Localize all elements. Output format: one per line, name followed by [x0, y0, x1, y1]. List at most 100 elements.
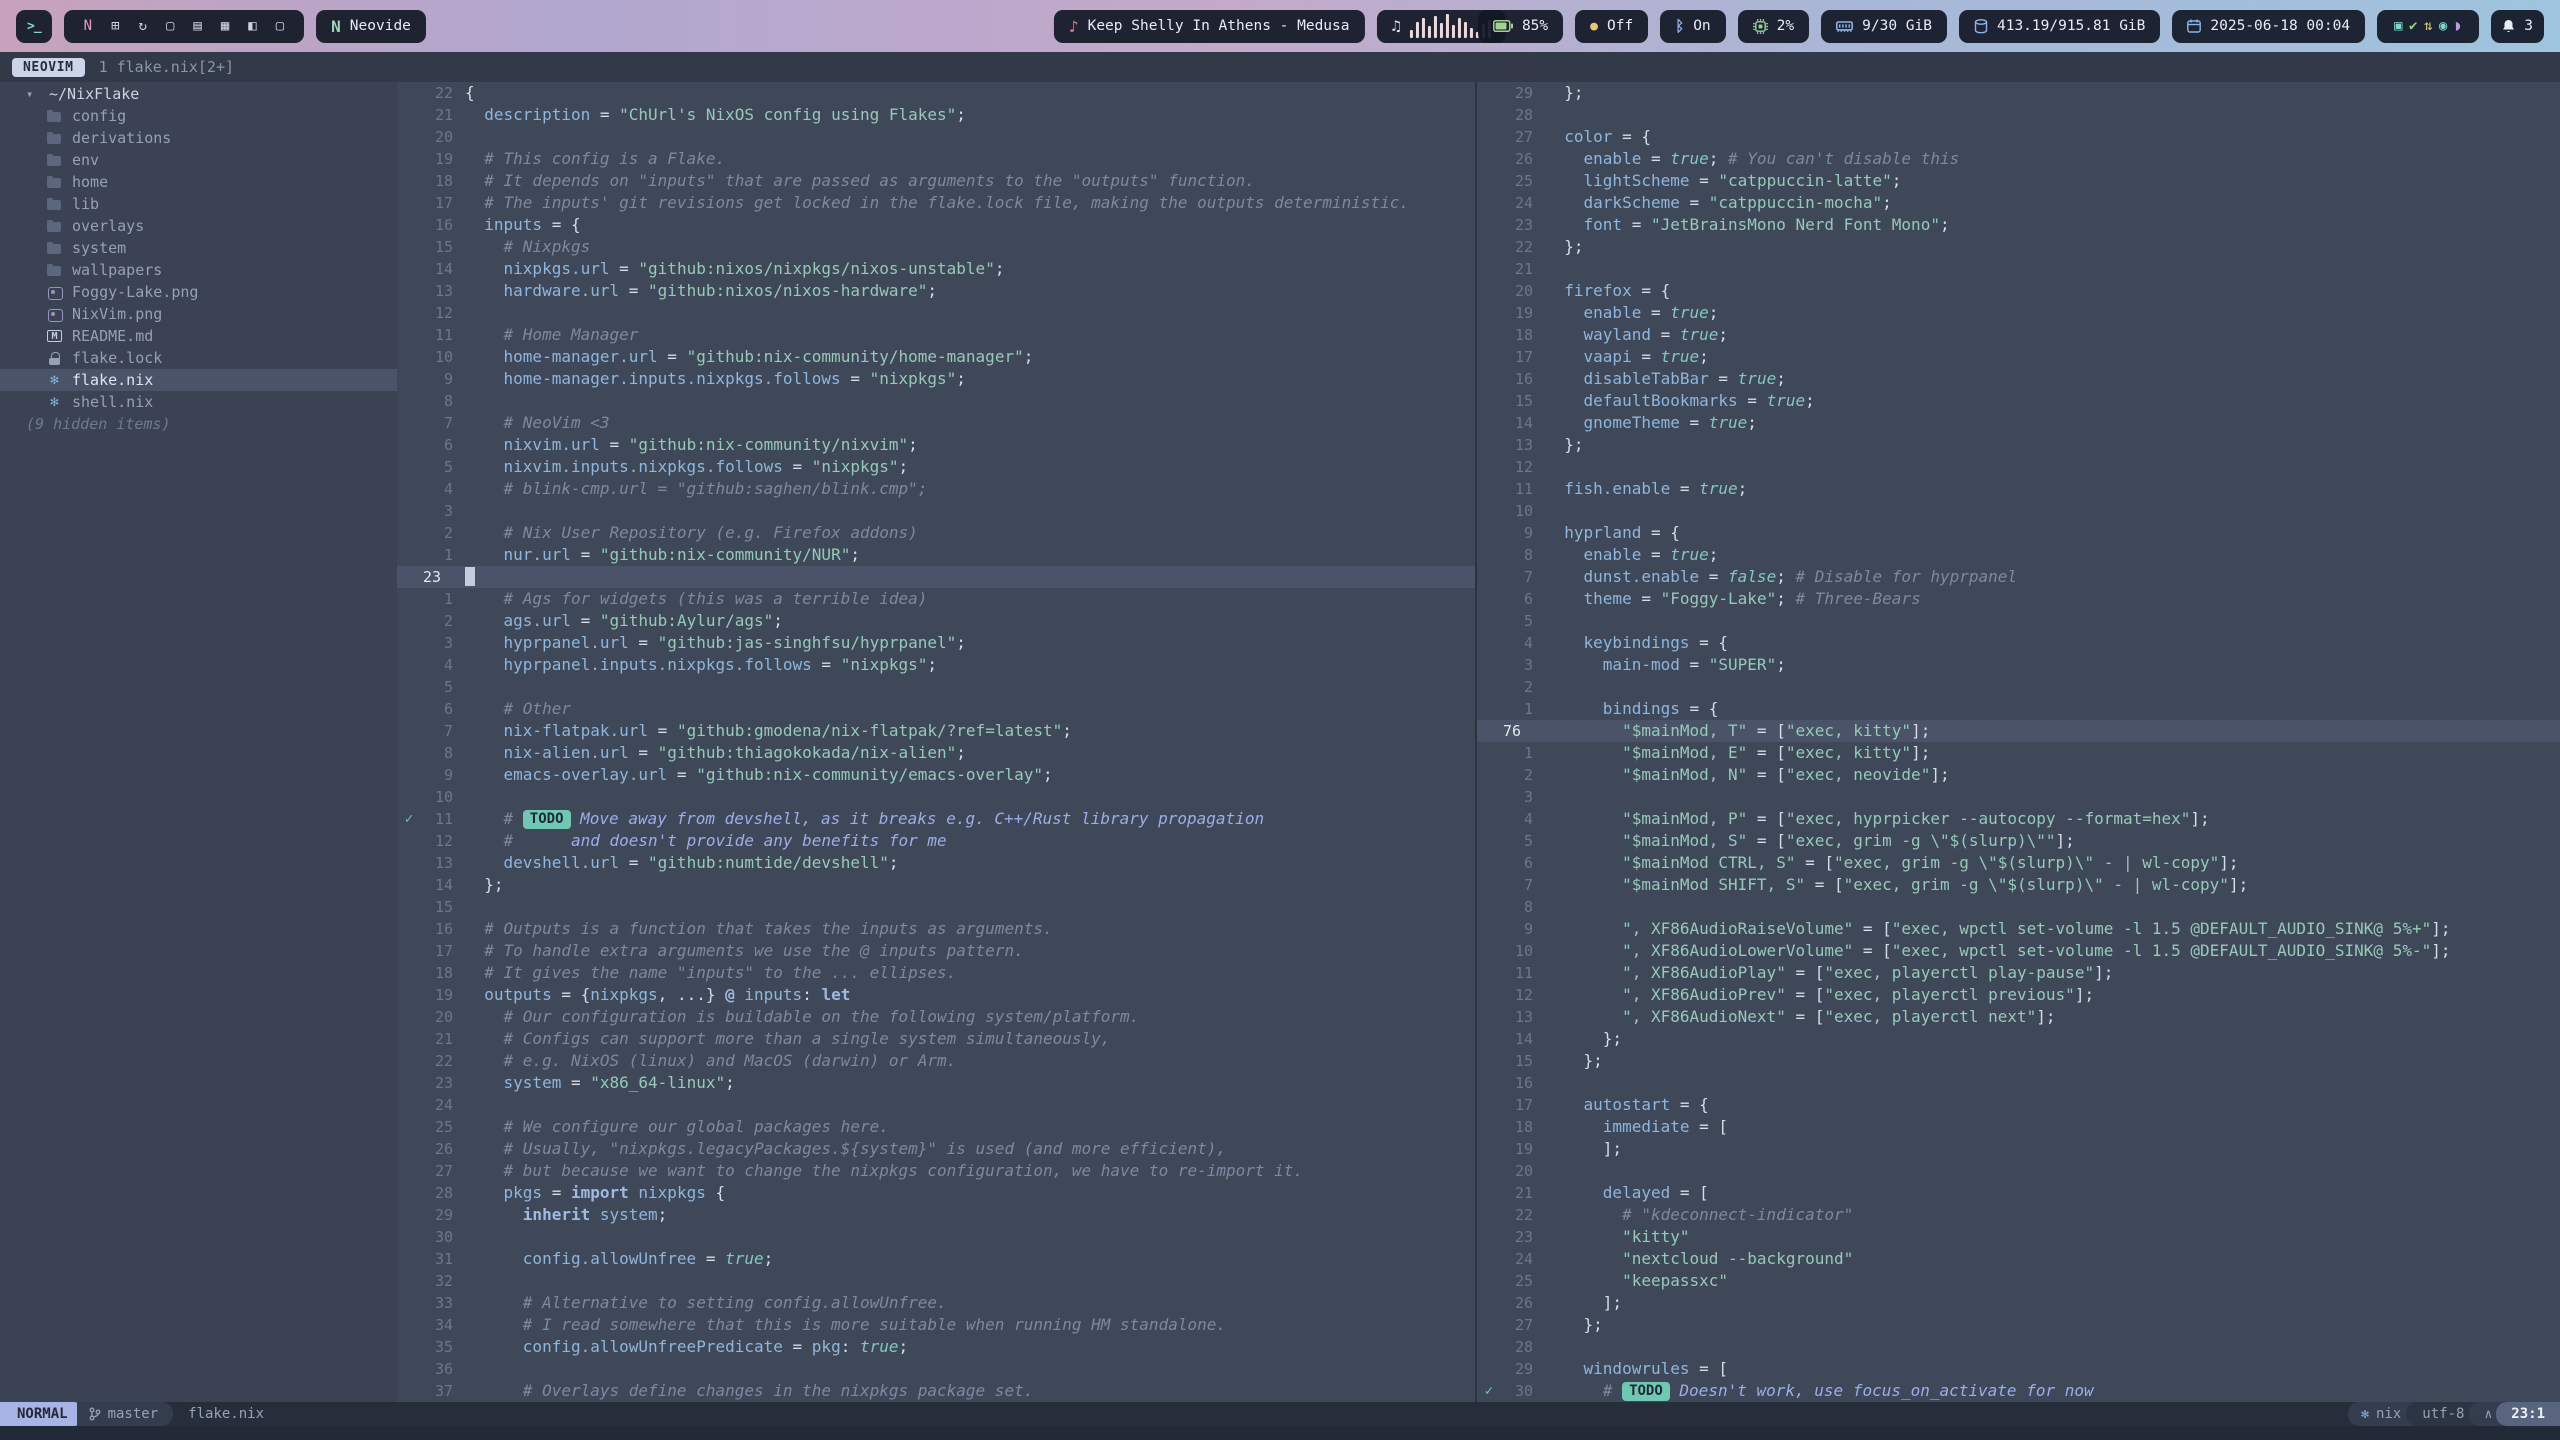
tree-item-config[interactable]: config	[0, 105, 397, 127]
code-line[interactable]: 6 theme = "Foggy-Lake"; # Three-Bears	[1477, 588, 2560, 610]
notification-pill[interactable]: 3	[2491, 10, 2544, 43]
code-line[interactable]: 24	[397, 1094, 1475, 1116]
code-line[interactable]: 28	[1477, 1336, 2560, 1358]
code-line[interactable]: 3	[1477, 786, 2560, 808]
idle-inhibit-pill[interactable]: ● Off	[1575, 10, 1648, 43]
code-line[interactable]: 14 nixpkgs.url = "github:nixos/nixpkgs/n…	[397, 258, 1475, 280]
workspace-icon-neovide[interactable]: N	[79, 18, 97, 34]
code-line[interactable]: 6 "$mainMod CTRL, S" = ["exec, grim -g \…	[1477, 852, 2560, 874]
code-line[interactable]: 14 };	[1477, 1028, 2560, 1050]
launcher-button[interactable]: >_	[16, 10, 52, 43]
code-line[interactable]: 3 hyprpanel.url = "github:jas-singhfsu/h…	[397, 632, 1475, 654]
code-line[interactable]: 19 outputs = {nixpkgs, ...} @ inputs: le…	[397, 984, 1475, 1006]
code-line[interactable]: 20 # Our configuration is buildable on t…	[397, 1006, 1475, 1028]
code-line[interactable]: 6 # Other	[397, 698, 1475, 720]
tree-item-shell.nix[interactable]: ✻shell.nix	[0, 391, 397, 413]
cpu-pill[interactable]: 2%	[1738, 10, 1809, 43]
tree-item-derivations[interactable]: derivations	[0, 127, 397, 149]
code-line[interactable]: 7 dunst.enable = false; # Disable for hy…	[1477, 566, 2560, 588]
code-line[interactable]: ✓30 # TODO Doesn't work, use focus_on_ac…	[1477, 1380, 2560, 1402]
workspace-icon-3[interactable]: ↻	[134, 18, 152, 34]
code-line[interactable]: 26 ];	[1477, 1292, 2560, 1314]
code-line[interactable]: 5	[397, 676, 1475, 698]
code-line[interactable]: 23 system = "x86_64-linux";	[397, 1072, 1475, 1094]
code-line[interactable]: 14 };	[397, 874, 1475, 896]
code-line[interactable]: 15 defaultBookmarks = true;	[1477, 390, 2560, 412]
code-line[interactable]: 4 # blink-cmp.url = "github:saghen/blink…	[397, 478, 1475, 500]
code-line[interactable]: 8	[397, 390, 1475, 412]
tree-root[interactable]: ▾ ~/NixFlake	[0, 83, 397, 105]
tree-item-wallpapers[interactable]: wallpapers	[0, 259, 397, 281]
code-line[interactable]: 2 # Nix User Repository (e.g. Firefox ad…	[397, 522, 1475, 544]
code-line[interactable]: 19 ];	[1477, 1138, 2560, 1160]
code-line[interactable]: 13 };	[1477, 434, 2560, 456]
code-line[interactable]: 18 # It depends on "inputs" that are pas…	[397, 170, 1475, 192]
code-line[interactable]: 32	[397, 1270, 1475, 1292]
code-line[interactable]: 26 enable = true; # You can't disable th…	[1477, 148, 2560, 170]
code-line[interactable]: 28 pkgs = import nixpkgs {	[397, 1182, 1475, 1204]
code-line[interactable]: 26 # Usually, "nixpkgs.legacyPackages.${…	[397, 1138, 1475, 1160]
code-line[interactable]: 18 # It gives the name "inputs" to the .…	[397, 962, 1475, 984]
code-line[interactable]: 13 ", XF86AudioNext" = ["exec, playerctl…	[1477, 1006, 2560, 1028]
code-line[interactable]: 10 home-manager.url = "github:nix-commun…	[397, 346, 1475, 368]
code-line[interactable]: 13 hardware.url = "github:nixos/nixos-ha…	[397, 280, 1475, 302]
code-line[interactable]: 10	[397, 786, 1475, 808]
tray-display-icon[interactable]: ▣	[2392, 18, 2404, 34]
clock-pill[interactable]: 2025-06-18 00:04	[2172, 10, 2365, 43]
code-line[interactable]: 27 color = {	[1477, 126, 2560, 148]
code-line[interactable]: 2 ags.url = "github:Aylur/ags";	[397, 610, 1475, 632]
code-line[interactable]: 12	[1477, 456, 2560, 478]
code-line[interactable]: 27 # but because we want to change the n…	[397, 1160, 1475, 1182]
workspace-icon-5[interactable]: ▤	[188, 18, 206, 34]
code-line[interactable]: 1 # Ags for widgets (this was a terrible…	[397, 588, 1475, 610]
code-line[interactable]: 18 immediate = [	[1477, 1116, 2560, 1138]
code-line[interactable]: 20	[397, 126, 1475, 148]
active-app-pill[interactable]: N Neovide	[316, 10, 426, 43]
code-line[interactable]: 25 # We configure our global packages he…	[397, 1116, 1475, 1138]
code-line[interactable]: 29 };	[1477, 82, 2560, 104]
tree-item-README.md[interactable]: MREADME.md	[0, 325, 397, 347]
code-line[interactable]: 5	[1477, 610, 2560, 632]
workspace-icon-2[interactable]: ⊞	[106, 18, 124, 34]
disk-pill[interactable]: 413.19/915.81 GiB	[1959, 10, 2160, 43]
code-line[interactable]: 25 "keepassxc"	[1477, 1270, 2560, 1292]
code-line[interactable]: 7 "$mainMod SHIFT, S" = ["exec, grim -g …	[1477, 874, 2560, 896]
code-line[interactable]: 1 "$mainMod, E" = ["exec, kitty"];	[1477, 742, 2560, 764]
code-line[interactable]: 29 inherit system;	[397, 1204, 1475, 1226]
code-line[interactable]: 16 disableTabBar = true;	[1477, 368, 2560, 390]
code-line[interactable]: 33 # Alternative to setting config.allow…	[397, 1292, 1475, 1314]
code-line[interactable]: 20	[1477, 1160, 2560, 1182]
code-line[interactable]: 27 };	[1477, 1314, 2560, 1336]
code-line[interactable]: 8 enable = true;	[1477, 544, 2560, 566]
code-line[interactable]: 17 vaapi = true;	[1477, 346, 2560, 368]
code-line[interactable]: 23 font = "JetBrainsMono Nerd Font Mono"…	[1477, 214, 2560, 236]
code-line[interactable]: 21 delayed = [	[1477, 1182, 2560, 1204]
code-line[interactable]: 11 # Home Manager	[397, 324, 1475, 346]
code-line[interactable]: 3	[397, 500, 1475, 522]
workspace-icon-4[interactable]: ▢	[161, 18, 179, 34]
code-line[interactable]: 16 inputs = {	[397, 214, 1475, 236]
code-line[interactable]: 3 main-mod = "SUPER";	[1477, 654, 2560, 676]
code-line[interactable]: 19 # This config is a Flake.	[397, 148, 1475, 170]
code-line[interactable]: 21	[1477, 258, 2560, 280]
code-line[interactable]: 2	[1477, 676, 2560, 698]
code-line[interactable]: 22{	[397, 82, 1475, 104]
code-line[interactable]: 9 home-manager.inputs.nixpkgs.follows = …	[397, 368, 1475, 390]
code-line[interactable]: 11 fish.enable = true;	[1477, 478, 2560, 500]
code-line[interactable]: 23 "kitty"	[1477, 1226, 2560, 1248]
tree-item-Foggy-Lake.png[interactable]: Foggy-Lake.png	[0, 281, 397, 303]
code-line[interactable]: 23	[397, 566, 1475, 588]
tray-network-icon[interactable]: ◉	[2437, 18, 2449, 34]
code-line[interactable]: 22 };	[1477, 236, 2560, 258]
tree-item-home[interactable]: home	[0, 171, 397, 193]
code-line[interactable]: 2 "$mainMod, N" = ["exec, neovide"];	[1477, 764, 2560, 786]
battery-pill[interactable]: 85%	[1478, 10, 1563, 43]
tree-item-flake.nix[interactable]: ✻flake.nix	[0, 369, 397, 391]
code-line[interactable]: 10	[1477, 500, 2560, 522]
code-line[interactable]: 15	[397, 896, 1475, 918]
bluetooth-pill[interactable]: ᛒ On	[1660, 10, 1725, 43]
code-line[interactable]: 15 };	[1477, 1050, 2560, 1072]
workspace-icon-6[interactable]: ▦	[216, 18, 234, 34]
code-line[interactable]: 16	[1477, 1072, 2560, 1094]
code-line[interactable]: 17 # To handle extra arguments we use th…	[397, 940, 1475, 962]
